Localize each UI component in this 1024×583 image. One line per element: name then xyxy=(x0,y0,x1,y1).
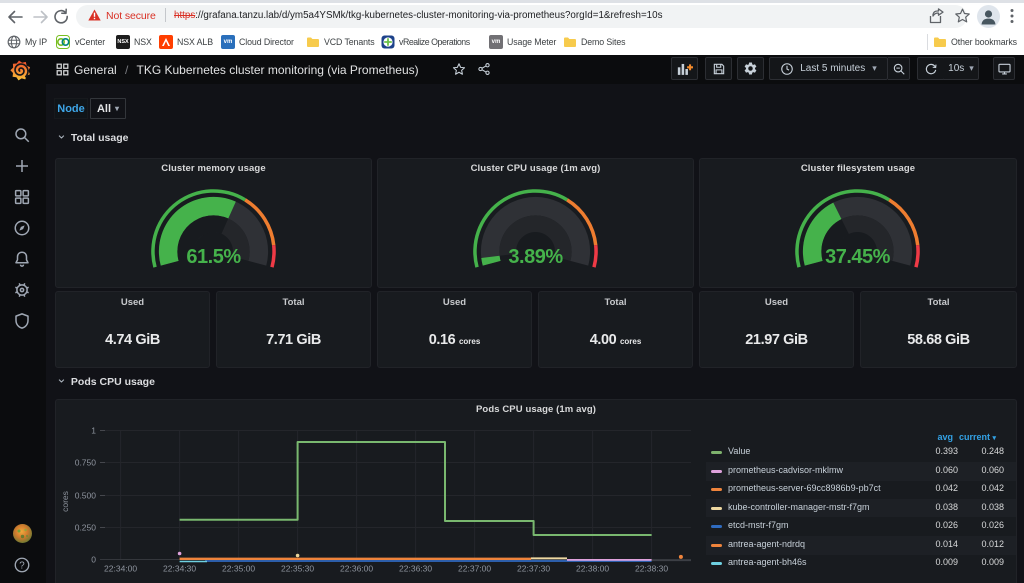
svg-text:22:35:30: 22:35:30 xyxy=(281,564,314,574)
svg-text:22:36:00: 22:36:00 xyxy=(340,564,373,574)
svg-text:22:37:30: 22:37:30 xyxy=(517,564,550,574)
svg-text:1: 1 xyxy=(91,426,96,436)
svg-text:37.45%: 37.45% xyxy=(825,246,891,268)
svg-text:22:34:30: 22:34:30 xyxy=(163,564,196,574)
svg-text:cores: cores xyxy=(60,491,70,512)
svg-text:3.89%: 3.89% xyxy=(508,246,563,268)
svg-text:22:38:30: 22:38:30 xyxy=(635,564,668,574)
svg-text:22:36:30: 22:36:30 xyxy=(399,564,432,574)
svg-text:?: ? xyxy=(19,560,25,571)
svg-text:22:34:00: 22:34:00 xyxy=(104,564,137,574)
svg-text:0.250: 0.250 xyxy=(75,523,97,533)
svg-text:22:37:00: 22:37:00 xyxy=(458,564,491,574)
svg-text:22:38:00: 22:38:00 xyxy=(576,564,609,574)
svg-text:22:35:00: 22:35:00 xyxy=(222,564,255,574)
svg-text:61.5%: 61.5% xyxy=(186,246,241,268)
svg-text:0.750: 0.750 xyxy=(75,458,97,468)
svg-text:0: 0 xyxy=(91,555,96,565)
svg-text:0.500: 0.500 xyxy=(75,491,97,501)
